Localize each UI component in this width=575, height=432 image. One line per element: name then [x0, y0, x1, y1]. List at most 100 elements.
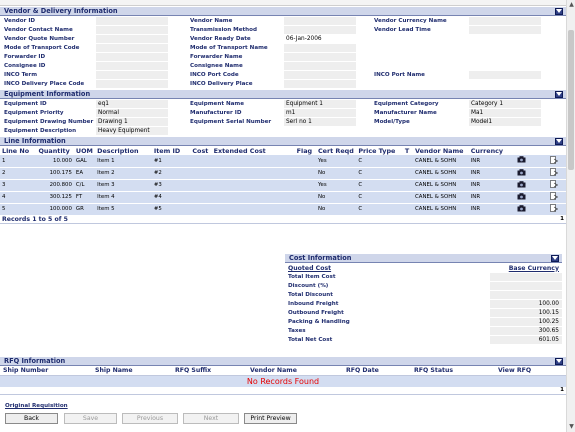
scroll-down-icon[interactable]: ▼	[568, 423, 575, 430]
table-cell	[294, 203, 316, 216]
print-preview-button[interactable]: Print Preview	[244, 413, 297, 424]
column-header[interactable]: UOM	[74, 146, 95, 155]
previous-button[interactable]: Previous	[122, 413, 178, 424]
table-row[interactable]: 1 10.000 GAL Item 1 #1 Yes C CANEL & SOHN INR	[0, 155, 566, 168]
column-header[interactable]: Description	[95, 146, 152, 155]
rfq-column-header[interactable]: RFQ Suffix	[172, 366, 247, 376]
field-value: Drawing 1	[96, 118, 168, 126]
table-cell: 2	[0, 167, 37, 180]
open-document-icon[interactable]	[549, 168, 558, 178]
field-label: Equipment Category	[374, 101, 439, 107]
rfq-column-header[interactable]: Ship Name	[92, 366, 172, 376]
open-document-icon[interactable]	[549, 155, 558, 166]
field-value	[96, 17, 168, 25]
cost-label: Total Item Cost	[288, 274, 336, 280]
column-header[interactable]: Extended Cost	[212, 146, 295, 155]
rfq-column-header[interactable]: RFQ Status	[411, 366, 495, 376]
cost-row: Inbound Freight 100.00	[285, 300, 562, 308]
column-header[interactable]: Cost	[190, 146, 211, 155]
camera-icon[interactable]	[517, 180, 526, 190]
cost-label: Taxes	[288, 328, 306, 334]
table-cell	[211, 167, 295, 180]
empty-cell	[469, 35, 541, 43]
rfq-column-header[interactable]: Vendor Name	[247, 366, 343, 376]
camera-icon[interactable]	[517, 156, 526, 165]
table-row[interactable]: 5 100.000 GR Item 5 #5 No C CANEL & SOHN INR	[0, 203, 566, 216]
field-label	[374, 127, 469, 135]
rfq-column-header[interactable]: View RFQ	[495, 366, 566, 376]
table-cell	[211, 155, 295, 168]
table-cell: No	[315, 203, 357, 216]
scrollbar-thumb[interactable]	[568, 30, 574, 170]
field-label: Vendor Lead Time	[374, 27, 431, 33]
table-row[interactable]: 4 300.125 FT Item 4 #4 No C CANEL & SOHN INR	[0, 191, 566, 204]
save-button[interactable]: Save	[64, 413, 117, 424]
table-cell: INR	[468, 179, 516, 192]
quoted-cost-link[interactable]: Quoted Cost	[288, 265, 331, 272]
cost-value	[490, 291, 562, 299]
table-cell	[402, 179, 414, 192]
field-label: INCO Port Code	[190, 72, 239, 78]
column-header[interactable]: Flag	[295, 146, 316, 155]
column-header[interactable]: Item ID	[152, 146, 190, 155]
top-strip	[0, 0, 566, 6]
back-button[interactable]: Back	[5, 413, 58, 424]
column-header[interactable]: Line No	[0, 146, 36, 155]
next-button[interactable]: Next	[183, 413, 239, 424]
collapse-equipment-icon[interactable]	[555, 90, 563, 98]
collapse-rfq-icon[interactable]	[555, 357, 563, 365]
cost-value: 100.25	[490, 318, 562, 326]
rfq-page-number[interactable]: 1	[560, 387, 564, 393]
cost-rows: Total Item Cost Discount (%) Total Discoun…	[285, 273, 562, 344]
cost-label: Discount (%)	[288, 283, 329, 289]
field-value	[469, 17, 541, 25]
collapse-line-icon[interactable]	[555, 137, 563, 145]
original-requisition-link[interactable]: Original Requisition	[5, 403, 68, 409]
collapse-vendor-icon[interactable]	[555, 7, 563, 15]
empty-cell	[469, 80, 541, 88]
field-label: Model/Type	[374, 119, 410, 125]
open-document-icon[interactable]	[549, 204, 558, 214]
field-label: Vendor ID	[4, 18, 36, 24]
table-cell: #2	[151, 167, 191, 180]
open-document-icon[interactable]	[549, 192, 558, 202]
column-header[interactable]: T	[403, 146, 413, 155]
field-label: Equipment Serial Number	[190, 119, 272, 125]
column-header[interactable]: Cert Reqd	[316, 146, 356, 155]
rfq-column-header[interactable]: RFQ Date	[343, 366, 411, 376]
column-header[interactable]: Price Type	[356, 146, 403, 155]
field-label: Consignee ID	[4, 63, 46, 69]
base-currency-link[interactable]: Base Currency	[509, 265, 559, 272]
open-document-icon[interactable]	[549, 180, 558, 190]
column-header[interactable]: Currency	[469, 146, 516, 155]
field-label: Equipment Description	[4, 128, 77, 134]
column-header[interactable]: Quantity	[36, 146, 73, 155]
column-header[interactable]: Vendor Name	[413, 146, 469, 155]
rfq-column-header[interactable]: Ship Number	[0, 366, 92, 376]
field-value	[96, 26, 168, 34]
camera-icon[interactable]	[517, 168, 526, 178]
table-cell: Item 2	[95, 167, 152, 180]
table-row[interactable]: 3 200.800 C/L Item 3 #3 Yes C CANEL & SOHN INR	[0, 179, 566, 192]
field-value	[469, 26, 541, 34]
field-value	[96, 80, 168, 88]
cost-value: 100.15	[490, 309, 562, 317]
camera-icon[interactable]	[517, 192, 526, 202]
field-label: Vendor Quote Number	[4, 36, 75, 42]
table-cell: #4	[151, 191, 191, 204]
camera-icon[interactable]	[517, 204, 526, 214]
collapse-cost-icon[interactable]	[551, 254, 559, 262]
table-cell: EA	[73, 167, 96, 180]
scroll-up-icon[interactable]: ▲	[568, 1, 575, 8]
table-cell: INR	[468, 203, 516, 216]
table-row[interactable]: 2 100.175 EA Item 2 #2 No C CANEL & SOHN INR	[0, 167, 566, 180]
vertical-scrollbar[interactable]: ▲ ▼	[566, 0, 575, 432]
line-page-number[interactable]: 1	[560, 216, 564, 222]
